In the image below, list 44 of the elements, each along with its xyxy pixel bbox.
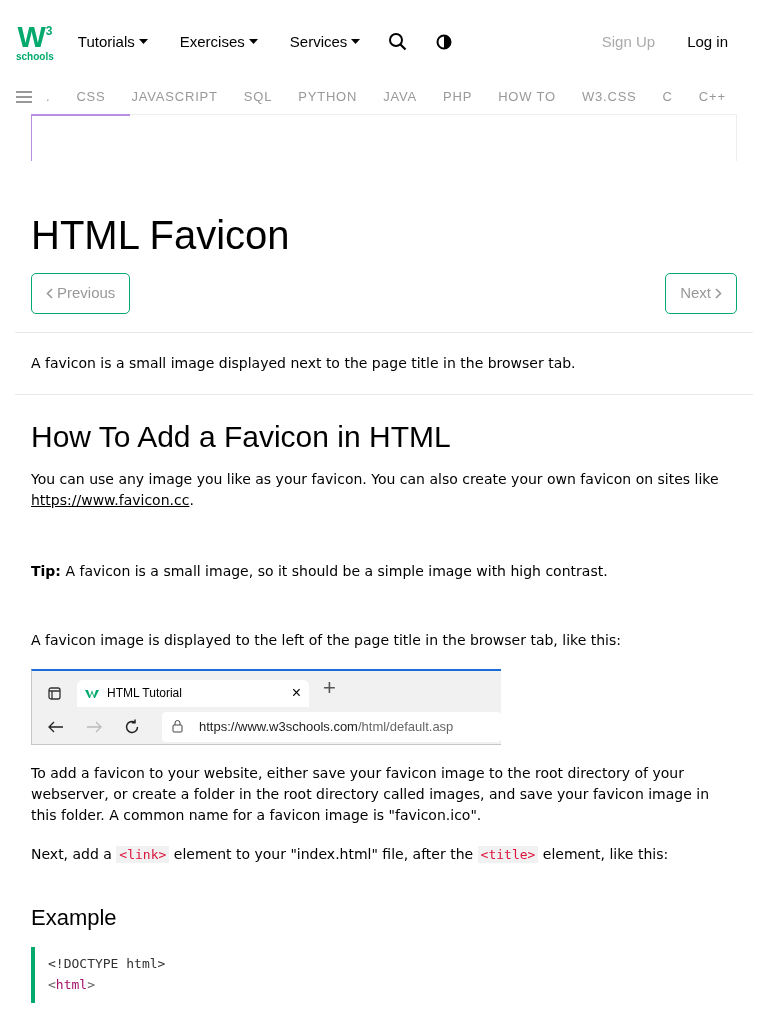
refresh-icon[interactable] xyxy=(124,718,140,735)
lock-icon xyxy=(172,720,183,733)
previous-button[interactable]: Previous xyxy=(31,273,131,314)
close-button[interactable]: × xyxy=(291,681,301,705)
tab-title: HTML Tutorial xyxy=(107,685,183,702)
section-heading: How To Add a Favicon in HTML xyxy=(31,418,452,455)
nav-link[interactable]: JAVASCRIPT xyxy=(131,87,218,107)
nav-menu[interactable]: Services xyxy=(281,30,361,54)
chevron-left-icon xyxy=(46,287,53,299)
menu-icon[interactable] xyxy=(16,90,32,104)
page-title: HTML Favicon xyxy=(31,213,291,257)
nav-menu[interactable]: Exercises xyxy=(171,30,258,54)
tip-text: Tip: A favicon is a small image, so it should be a simple image with high contrast. xyxy=(31,561,609,581)
nav-link[interactable]: C++ xyxy=(698,87,726,107)
nav-link[interactable]: C xyxy=(662,87,673,107)
paragraph: Next, add a <link> element to your "index.html" file, after the <title> element, like this: xyxy=(31,844,670,865)
nav-link[interactable]: SQL xyxy=(243,87,273,107)
nav-link[interactable]: PYTHON xyxy=(298,87,358,107)
code-line: <html> xyxy=(48,975,96,994)
login-link[interactable]: Log in xyxy=(679,30,728,54)
nav-link[interactable]: CSS xyxy=(76,87,106,107)
tabs-icon xyxy=(48,686,61,700)
url-text: https://www.w3schools.com/html/default.asp xyxy=(199,717,454,736)
nav-link[interactable]: HOW TO xyxy=(498,87,556,107)
nav-menu[interactable]: Tutorials xyxy=(77,30,148,54)
paragraph: A favicon is a small image displayed next to the page title in the browser tab. xyxy=(31,353,577,373)
next-button[interactable]: Next xyxy=(665,273,737,314)
nav-link[interactable]: JAVA xyxy=(383,87,418,107)
contrast-icon[interactable] xyxy=(436,34,453,50)
example-heading: Example xyxy=(31,904,118,931)
favicon-icon xyxy=(85,688,99,698)
code-line: <!DOCTYPE html> xyxy=(48,954,167,973)
nav-link[interactable]: W3.CSS xyxy=(581,87,637,107)
paragraph: A favicon image is displayed to the left of the page title in the browser tab, like this: xyxy=(31,630,622,650)
back-icon[interactable] xyxy=(48,720,64,733)
chevron-right-icon xyxy=(715,287,722,299)
new-tab-button[interactable]: + xyxy=(323,670,336,704)
paragraph: You can use any image you like as your favicon. You can also create your own favicon on sites like https://www.favicon.cc. xyxy=(31,469,720,510)
signup-link[interactable]: Sign Up xyxy=(601,30,656,54)
nav-link[interactable]: PHP xyxy=(443,87,473,107)
paragraph: To add a favicon to your website, either save your favicon image to the root directory of your webserver, or create a folder in the root directory called images, and save your favicon image in this folder. A common name for a favicon image is "favicon.ico". xyxy=(31,763,711,825)
link[interactable]: https://www.favicon.cc xyxy=(31,491,190,508)
address-bar[interactable]: https://www.w3schools.com/html/default.asp xyxy=(162,711,501,742)
nav-link[interactable]: . xyxy=(46,87,51,107)
